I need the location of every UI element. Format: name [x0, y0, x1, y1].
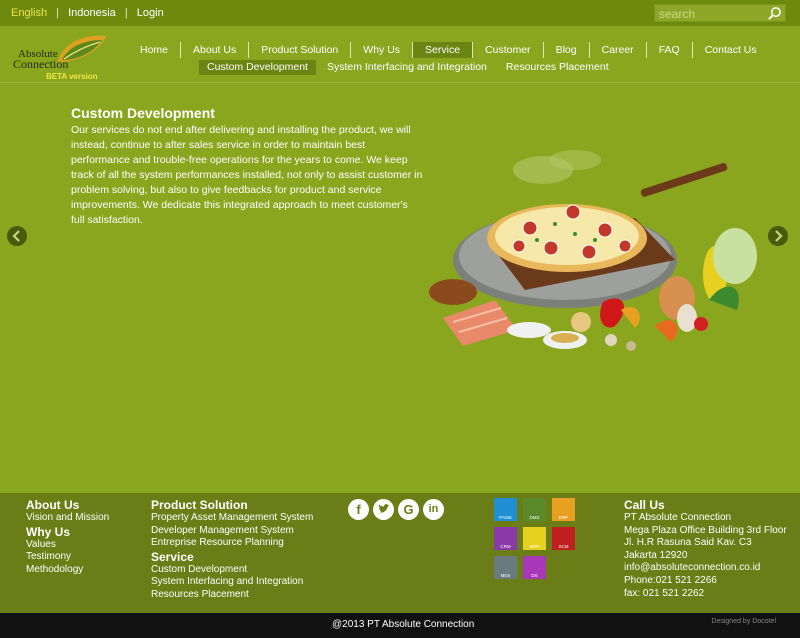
nav-why-us[interactable]: Why Us [351, 42, 414, 58]
footer-link-dms[interactable]: Developer Management System [151, 525, 313, 538]
footer: About Us Vision and Mission Why Us Value… [0, 493, 800, 613]
footer-link-system-interfacing[interactable]: System Interfacing and Integration [151, 576, 313, 589]
search-box [654, 4, 786, 22]
chevron-left-icon [12, 230, 20, 242]
copyright-text: @2013 PT Absolute Connection [332, 619, 475, 630]
mes-app-icon[interactable]: MES [494, 556, 517, 579]
sub-nav: Custom Development System Interfacing an… [199, 60, 620, 75]
footer-product-column: Product Solution Property Asset Manageme… [151, 498, 313, 602]
google-icon[interactable]: G [398, 499, 419, 520]
hero-description: Our services do not end after delivering… [71, 124, 423, 226]
footer-service-heading[interactable]: Service [151, 550, 313, 564]
nav-faq[interactable]: FAQ [647, 42, 693, 58]
twitter-icon[interactable] [373, 499, 394, 520]
nav-customer[interactable]: Customer [473, 42, 544, 58]
footer-link-methodology[interactable]: Methodology [26, 564, 109, 577]
login-link[interactable]: Login [137, 7, 164, 19]
logo-text-line2: Connection [13, 57, 69, 71]
address-line: Mega Plaza Office Building 3rd Floor [624, 524, 787, 536]
lang-english-link[interactable]: English [11, 7, 47, 19]
footer-link-custom-development[interactable]: Custom Development [151, 564, 313, 577]
separator: | [124, 7, 128, 19]
footer-link-erp[interactable]: Entreprise Resource Planning [151, 537, 313, 550]
designed-by-link[interactable]: Designed by Docotel [711, 618, 776, 625]
hero-title: Custom Development [71, 105, 215, 121]
nav-about-us[interactable]: About Us [181, 42, 250, 58]
separator: | [56, 7, 59, 19]
nav-career[interactable]: Career [590, 42, 647, 58]
facebook-icon[interactable]: f [348, 499, 369, 520]
language-switcher: English | Indonesia | Login [11, 7, 164, 19]
footer-product-heading[interactable]: Product Solution [151, 498, 313, 512]
footer-why-heading[interactable]: Why Us [26, 525, 109, 539]
contact-fax: fax: 021 521 2262 [624, 587, 705, 599]
slider-next-button[interactable] [768, 226, 788, 246]
crm-app-icon[interactable]: CRM [494, 527, 517, 550]
footer-link-resources-placement[interactable]: Resources Placement [151, 589, 313, 602]
nav-service[interactable]: Service [413, 42, 474, 58]
erp-app-icon[interactable]: ERP [552, 498, 575, 521]
main-nav: Home About Us Product Solution Why Us Se… [128, 42, 769, 58]
footer-contact-column: Call Us PT Absolute Connection Mega Plaz… [624, 498, 787, 600]
dms-app-icon[interactable]: DMS [523, 498, 546, 521]
company-name: PT Absolute Connection [624, 512, 732, 523]
nav-home[interactable]: Home [128, 42, 182, 58]
scm-app-icon[interactable]: SCM [552, 527, 575, 550]
divider [0, 82, 800, 83]
pizza-illustration [429, 150, 757, 351]
footer-about-column: About Us Vision and Mission Why Us Value… [26, 498, 109, 576]
contact-email-link[interactable]: info@absoluteconnection.co.id [624, 562, 787, 575]
lang-indonesia-link[interactable]: Indonesia [68, 7, 116, 19]
footer-link-testimony[interactable]: Testimony [26, 551, 109, 564]
search-icon[interactable] [767, 6, 782, 21]
address-line: Jakarta 12920 [624, 549, 688, 561]
nav-contact-us[interactable]: Contact Us [693, 42, 769, 58]
pams-app-icon[interactable]: PAMS [494, 498, 517, 521]
mrp-app-icon[interactable]: MRP [523, 527, 546, 550]
subnav-resources-placement[interactable]: Resources Placement [498, 60, 617, 75]
ds-app-icon[interactable]: DS [523, 556, 546, 579]
social-links: f G in [348, 499, 448, 520]
nav-blog[interactable]: Blog [544, 42, 590, 58]
nav-product-solution[interactable]: Product Solution [249, 42, 352, 58]
search-input[interactable] [659, 6, 763, 21]
bottom-bar: @2013 PT Absolute Connection Designed by… [0, 613, 800, 638]
subnav-system-interfacing[interactable]: System Interfacing and Integration [319, 60, 495, 75]
top-bar: English | Indonesia | Login [0, 0, 800, 26]
footer-contact-heading: Call Us [624, 498, 665, 512]
chevron-right-icon [775, 230, 783, 242]
subnav-custom-development[interactable]: Custom Development [199, 60, 316, 75]
footer-link-vision-mission[interactable]: Vision and Mission [26, 512, 109, 525]
address-line: Jl. H.R Rasuna Said Kav. C3 [624, 537, 752, 549]
footer-link-values[interactable]: Values [26, 539, 109, 552]
footer-about-heading[interactable]: About Us [26, 498, 109, 512]
linkedin-icon[interactable]: in [423, 499, 444, 520]
footer-link-pams[interactable]: Property Asset Management System [151, 512, 313, 525]
beta-label: BETA version [46, 72, 98, 81]
contact-phone: Phone:021 521 2266 [624, 574, 717, 586]
slider-prev-button[interactable] [7, 226, 27, 246]
logo[interactable]: Absolute Connection BETA version [12, 32, 112, 81]
